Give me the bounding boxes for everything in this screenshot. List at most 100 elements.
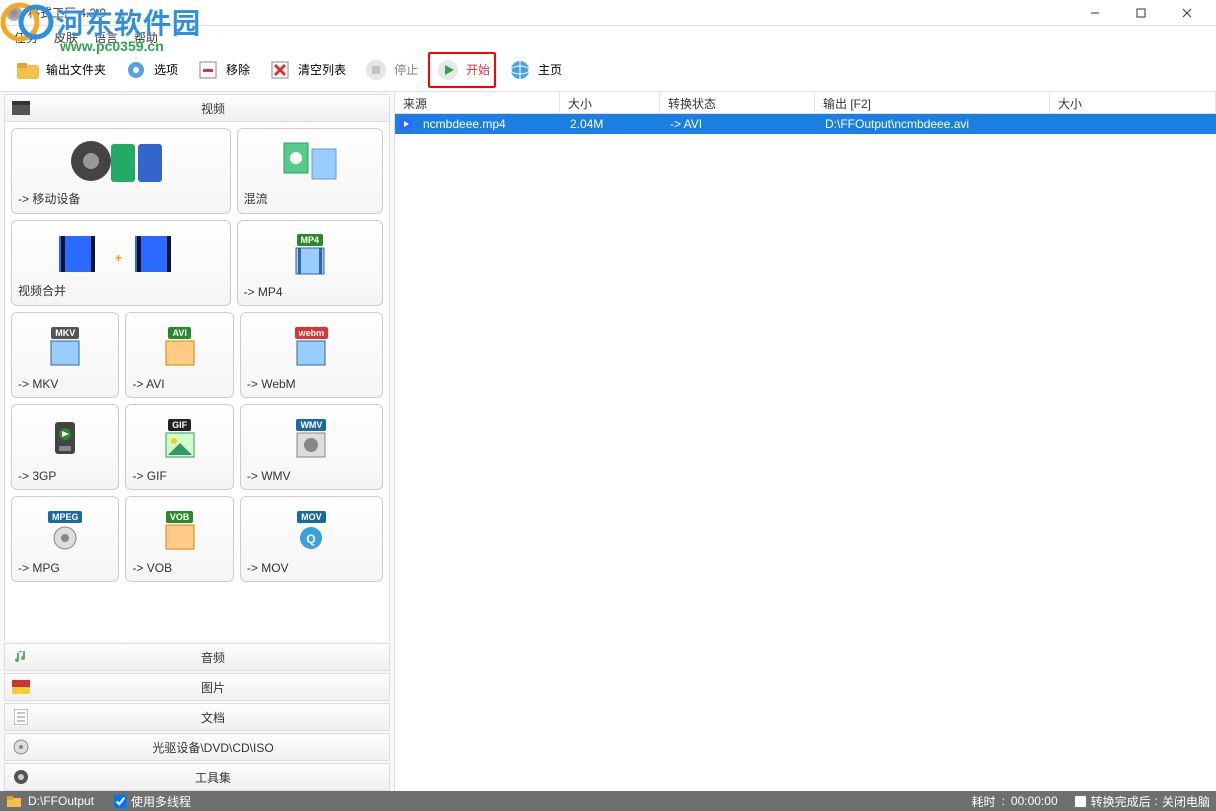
wmv-badge: WMV <box>296 419 326 431</box>
tile-mov-label: -> MOV <box>247 561 376 575</box>
tile-3gp[interactable]: -> 3GP <box>11 404 119 490</box>
menu-task[interactable]: 任务 <box>6 27 46 48</box>
output-folder-label: 输出文件夹 <box>46 61 106 78</box>
tile-avi-label: -> AVI <box>132 377 226 391</box>
multithread-checkbox[interactable]: 使用多线程 <box>114 793 191 810</box>
maximize-button[interactable] <box>1118 0 1164 26</box>
gif-badge: GIF <box>168 419 191 431</box>
app-icon <box>6 5 22 21</box>
shutdown-checkbox-input[interactable] <box>1074 795 1087 808</box>
picture-icon <box>11 677 31 697</box>
clear-list-button[interactable]: 清空列表 <box>260 52 352 88</box>
options-label: 选项 <box>154 61 178 78</box>
category-video[interactable]: 视频 <box>4 94 390 122</box>
tile-mp4[interactable]: MP4 -> MP4 <box>237 220 383 306</box>
category-disc[interactable]: 光驱设备\DVD\CD\ISO <box>4 733 390 761</box>
folder-open-icon[interactable] <box>6 793 22 809</box>
mp4-badge: MP4 <box>297 234 324 246</box>
cell-status: -> AVI <box>662 117 817 131</box>
tile-mkv[interactable]: MKV -> MKV <box>11 312 119 398</box>
title-bar: 格式工厂 4.2.0 <box>0 0 1216 26</box>
tile-wmv[interactable]: WMV -> WMV <box>240 404 383 490</box>
tile-video-merge[interactable]: + 视频合并 <box>11 220 231 306</box>
play-icon <box>434 56 462 84</box>
col-size2[interactable]: 大小 <box>1050 92 1216 113</box>
category-toolkit[interactable]: 工具集 <box>4 763 390 791</box>
start-label: 开始 <box>466 61 490 78</box>
vob-badge: VOB <box>166 511 194 523</box>
shutdown-checkbox[interactable]: 转换完成后 : 关闭电脑 <box>1074 793 1210 810</box>
after-convert-label: 转换完成后 <box>1091 793 1151 810</box>
status-output-path[interactable]: D:\FFOutput <box>28 794 94 808</box>
tile-mp4-label: -> MP4 <box>244 285 376 299</box>
tile-vob[interactable]: VOB -> VOB <box>125 496 233 582</box>
remove-label: 移除 <box>226 61 250 78</box>
tile-webm[interactable]: webm -> WebM <box>240 312 383 398</box>
close-button[interactable] <box>1164 0 1210 26</box>
menu-help[interactable]: 帮助 <box>126 27 166 48</box>
tile-mov[interactable]: MOV Q -> MOV <box>240 496 383 582</box>
options-button[interactable]: 选项 <box>116 52 184 88</box>
mpeg-badge: MPEG <box>48 511 83 523</box>
status-bar: D:\FFOutput 使用多线程 耗时 : 00:00:00 转换完成后 : … <box>0 791 1216 811</box>
category-document[interactable]: 文档 <box>4 703 390 731</box>
menu-skin[interactable]: 皮肤 <box>46 27 86 48</box>
tile-avi[interactable]: AVI -> AVI <box>125 312 233 398</box>
list-row[interactable]: ncmbdeee.mp4 2.04M -> AVI D:\FFOutput\nc… <box>395 114 1216 134</box>
disc-icon <box>11 737 31 757</box>
video-file-icon <box>399 117 413 131</box>
document-icon <box>11 707 31 727</box>
stop-button[interactable]: 停止 <box>356 52 424 88</box>
multithread-checkbox-input[interactable] <box>114 795 127 808</box>
minimize-button[interactable] <box>1072 0 1118 26</box>
tile-mux[interactable]: 混流 <box>237 128 383 214</box>
col-status[interactable]: 转换状态 <box>660 92 815 113</box>
menu-language[interactable]: 语言 <box>86 27 126 48</box>
category-picture-label: 图片 <box>37 679 389 696</box>
tile-mpg-label: -> MPG <box>18 561 112 575</box>
folder-icon <box>14 56 42 84</box>
menu-bar: 任务 皮肤 语言 帮助 <box>0 26 1216 48</box>
list-header: 来源 大小 转换状态 输出 [F2] 大小 <box>395 92 1216 114</box>
category-video-label: 视频 <box>37 100 389 117</box>
tile-mpg[interactable]: MPEG -> MPG <box>11 496 119 582</box>
tile-gif-label: -> GIF <box>132 469 226 483</box>
col-size[interactable]: 大小 <box>560 92 660 113</box>
tile-wmv-label: -> WMV <box>247 469 376 483</box>
mov-badge: MOV <box>297 511 326 523</box>
mobile-device-icon <box>18 135 224 186</box>
shutdown-label: 关闭电脑 <box>1162 793 1210 810</box>
gp3-icon <box>18 411 112 465</box>
video-panel: -> 移动设备 混流 + 视频合并 M <box>4 122 390 641</box>
category-document-label: 文档 <box>37 709 389 726</box>
toolbar: 输出文件夹 选项 移除 清空列表 停止 开始 主页 <box>0 48 1216 92</box>
tile-3gp-label: -> 3GP <box>18 469 112 483</box>
col-source[interactable]: 来源 <box>395 92 560 113</box>
stop-label: 停止 <box>394 61 418 78</box>
category-toolkit-label: 工具集 <box>37 769 389 786</box>
home-button[interactable]: 主页 <box>500 52 568 88</box>
task-list-pane: 来源 大小 转换状态 输出 [F2] 大小 ncmbdeee.mp4 2.04M… <box>395 92 1216 791</box>
category-picture[interactable]: 图片 <box>4 673 390 701</box>
svg-text:+: + <box>115 251 122 265</box>
tile-mux-label: 混流 <box>244 190 376 207</box>
clapperboard-icon <box>11 98 31 118</box>
start-button[interactable]: 开始 <box>428 52 496 88</box>
tile-gif[interactable]: GIF -> GIF <box>125 404 233 490</box>
output-folder-button[interactable]: 输出文件夹 <box>8 52 112 88</box>
remove-icon <box>194 56 222 84</box>
avi-badge: AVI <box>168 327 190 339</box>
tile-merge-label: 视频合并 <box>18 282 224 299</box>
home-label: 主页 <box>538 61 562 78</box>
sidebar: 视频 -> 移动设备 混流 <box>0 92 395 791</box>
tile-mobile-device[interactable]: -> 移动设备 <box>11 128 231 214</box>
webm-badge: webm <box>295 327 329 339</box>
col-output[interactable]: 输出 [F2] <box>815 92 1050 113</box>
gear-icon <box>122 56 150 84</box>
cell-output: D:\FFOutput\ncmbdeee.avi <box>817 117 1052 131</box>
tile-mobile-label: -> 移动设备 <box>18 190 224 207</box>
svg-text:Q: Q <box>307 532 316 546</box>
category-audio[interactable]: 音频 <box>4 643 390 671</box>
tile-vob-label: -> VOB <box>132 561 226 575</box>
remove-button[interactable]: 移除 <box>188 52 256 88</box>
